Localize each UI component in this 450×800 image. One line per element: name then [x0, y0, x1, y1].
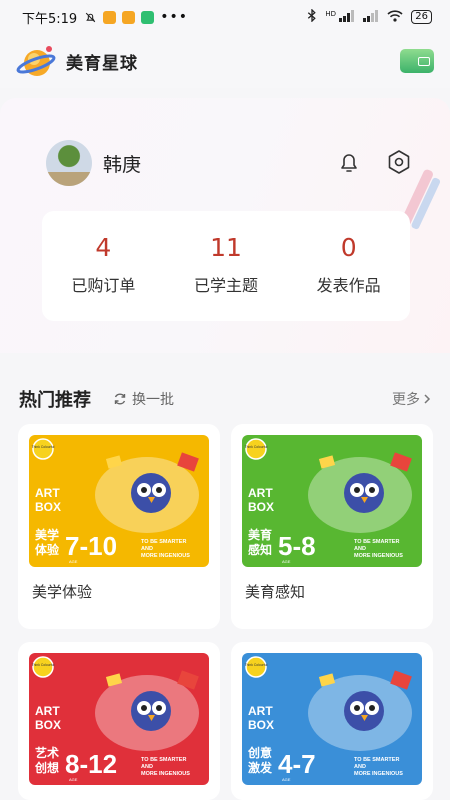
stat-orders[interactable]: 4 已购订单	[42, 211, 165, 321]
app-header: 美育星球	[0, 34, 450, 88]
user-name[interactable]: 韩庚	[103, 150, 141, 177]
poster-slogan: TO BE SMARTER	[354, 539, 399, 545]
avatar[interactable]	[46, 140, 92, 186]
brand-label: Think Colourful	[245, 445, 268, 449]
refresh-label: 换一批	[132, 392, 174, 408]
stat-themes[interactable]: 11 已学主题	[165, 211, 288, 321]
shield-app-icon	[141, 10, 155, 24]
poster-slogan: AND	[141, 546, 153, 552]
poster-slogan: AND	[354, 546, 366, 552]
brand-label: Think Colourful	[32, 445, 55, 449]
bell-icon[interactable]	[337, 150, 361, 174]
poster-tag: 美育	[248, 527, 272, 542]
art-box-text: BOX	[35, 500, 61, 514]
poster-slogan: MORE INGENIOUS	[141, 553, 190, 559]
course-card[interactable]: Think Colourful ART BOX 美育 感知 5-8 AGE TO BE SMA…	[231, 424, 433, 629]
planet-logo-icon	[16, 41, 56, 81]
course-thumbnail: Think Colourful ART BOX 美学 体验 7-10 AGE TO BE SM…	[29, 435, 209, 567]
poster-art: Think Colourful ARTBOX 美学体验 7-10AGE TO BE SM…	[29, 435, 209, 567]
poster-age: 4-7	[278, 749, 316, 779]
poster-slogan: TO BE SMARTER	[141, 757, 186, 763]
stat-value: 4	[95, 233, 112, 262]
poster-slogan: AND	[354, 764, 366, 770]
poster-tag: 艺术	[35, 745, 59, 760]
more-link[interactable]: 更多	[392, 389, 431, 409]
more-dots-icon: •••	[160, 9, 188, 25]
section-title: 热门推荐	[19, 390, 91, 411]
hd-label: HD	[325, 9, 337, 18]
poster-age: 5-8	[278, 531, 316, 561]
status-bar: 下午5:19 ••• HD 26	[0, 0, 450, 34]
status-time: 下午5:19	[22, 11, 78, 27]
poster-slogan: MORE INGENIOUS	[354, 553, 403, 559]
poster-tag: 体验	[35, 542, 60, 557]
poster-age-unit: AGE	[69, 777, 78, 782]
course-thumbnail: Think Colourful ART BOX 艺术 创想 8-12 AGE TO BE SM…	[29, 653, 209, 785]
course-card[interactable]: Think Colourful ART BOX 创意 激发 4-7 AGE TO BE SMA…	[231, 642, 433, 800]
settings-icon[interactable]	[386, 149, 412, 175]
poster-art: Think Colourful ARTBOX 美育感知 5-8AGE TO BE SMA…	[242, 435, 422, 567]
poster-slogan: TO BE SMARTER	[354, 757, 399, 763]
stat-works[interactable]: 0 发表作品	[287, 211, 410, 321]
poster-age: 7-10	[65, 531, 117, 561]
profile-panel: 韩庚 4 已购订单 11 已学主题 0 发表作品	[0, 98, 450, 353]
refresh-icon	[114, 393, 126, 405]
course-title: 美育感知	[245, 583, 306, 601]
poster-age: 8-12	[65, 749, 117, 779]
app-notification-icon	[103, 10, 117, 24]
art-box-text: ART	[35, 704, 60, 718]
poster-slogan: TO BE SMARTER	[141, 539, 186, 545]
stat-value: 0	[340, 233, 357, 262]
poster-art: Think Colourful ARTBOX 创意激发 4-7AGE TO BE SMA…	[242, 653, 422, 785]
poster-art: Think Colourful ARTBOX 艺术创想 8-12AGE TO BE SM…	[29, 653, 209, 785]
chevron-right-icon	[424, 394, 431, 404]
stats-card: 4 已购订单 11 已学主题 0 发表作品	[42, 211, 410, 321]
signal-icon: HD	[325, 9, 355, 25]
poster-slogan: AND	[141, 764, 153, 770]
course-thumbnail: Think Colourful ART BOX 美育 感知 5-8 AGE TO BE SMA…	[242, 435, 422, 567]
stat-label: 已学主题	[194, 276, 259, 295]
bell-off-icon	[83, 10, 97, 24]
course-title: 美学体验	[32, 583, 93, 601]
poster-tag: 创想	[34, 760, 59, 775]
app-title: 美育星球	[66, 53, 138, 74]
poster-tag: 创意	[247, 745, 272, 760]
wallet-button[interactable]	[400, 49, 434, 73]
poster-age-unit: AGE	[69, 559, 78, 564]
bluetooth-icon	[307, 8, 317, 25]
art-box-text: ART	[248, 486, 273, 500]
signal-icon	[363, 9, 379, 25]
stat-value: 11	[210, 233, 242, 262]
art-box-text: BOX	[248, 718, 274, 732]
poster-slogan: MORE INGENIOUS	[141, 771, 190, 777]
poster-age-unit: AGE	[282, 777, 291, 782]
course-card[interactable]: Think Colourful ART BOX 美学 体验 7-10 AGE TO BE SM…	[18, 424, 220, 629]
art-box-text: ART	[35, 486, 60, 500]
art-box-text: ART	[248, 704, 273, 718]
poster-age-unit: AGE	[282, 559, 291, 564]
course-thumbnail: Think Colourful ART BOX 创意 激发 4-7 AGE TO BE SMA…	[242, 653, 422, 785]
refresh-button[interactable]: 换一批	[113, 389, 174, 409]
brand-label: Think Colourful	[245, 663, 268, 667]
poster-tag: 感知	[248, 542, 272, 557]
battery-icon: 26	[411, 10, 432, 24]
app-notification-icon	[122, 10, 136, 24]
poster-tag: 激发	[248, 760, 273, 775]
course-card[interactable]: Think Colourful ART BOX 艺术 创想 8-12 AGE TO BE SM…	[18, 642, 220, 800]
poster-slogan: MORE INGENIOUS	[354, 771, 403, 777]
stat-label: 已购订单	[71, 276, 136, 295]
section-header: 热门推荐 换一批 更多	[19, 385, 431, 413]
brand-label: Think Colourful	[32, 663, 55, 667]
wifi-icon	[387, 9, 403, 25]
more-label: 更多	[392, 392, 420, 408]
art-box-text: BOX	[248, 500, 274, 514]
poster-tag: 美学	[35, 527, 59, 542]
art-box-text: BOX	[35, 718, 61, 732]
stat-label: 发表作品	[316, 276, 381, 295]
